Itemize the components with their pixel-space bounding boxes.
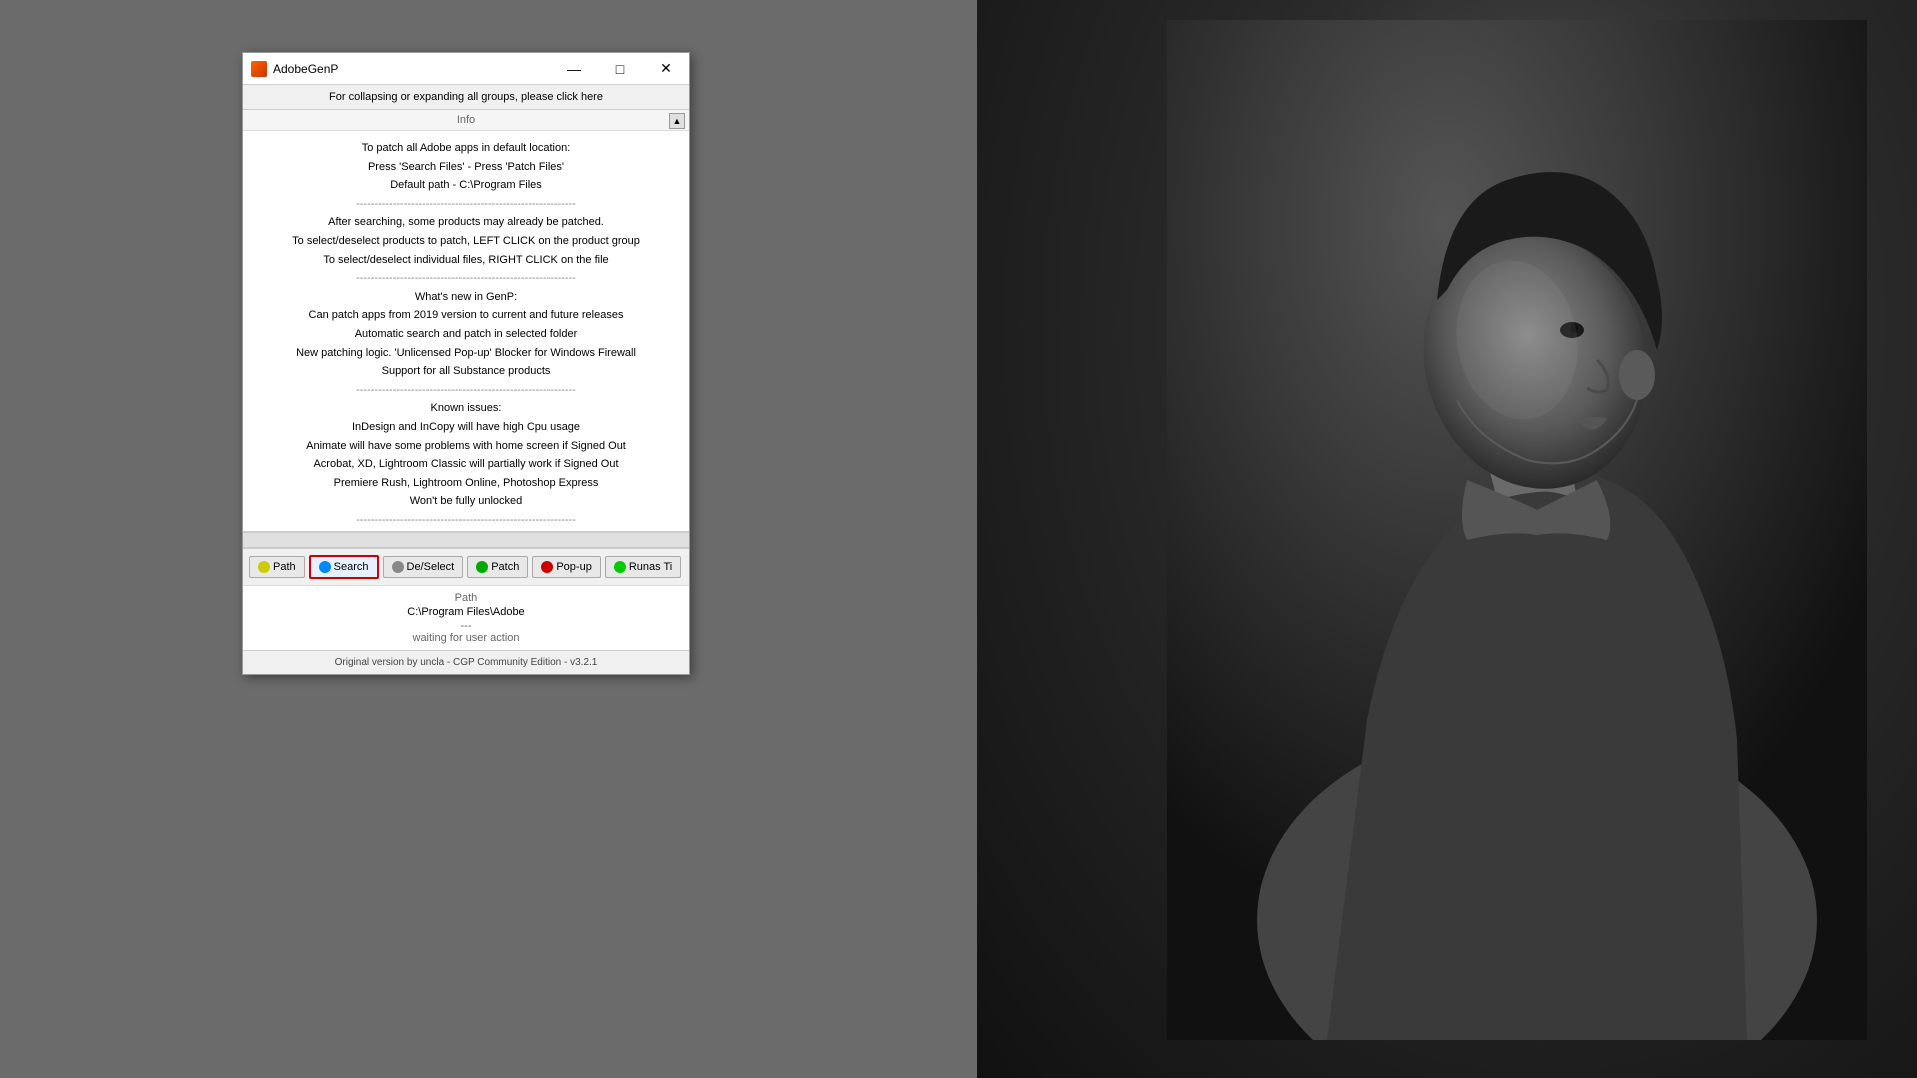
- popup-icon: [541, 561, 553, 573]
- footer: Original version by uncla - CGP Communit…: [243, 650, 689, 674]
- info-line: Press 'Search Files' - Press 'Patch File…: [263, 159, 669, 177]
- close-button[interactable]: ✕: [643, 53, 689, 85]
- info-header: Info ▲: [243, 110, 689, 131]
- info-line: To select/deselect individual files, RIG…: [263, 252, 669, 270]
- person-silhouette: [1167, 20, 1867, 1040]
- app-title: AdobeGenP: [273, 62, 551, 76]
- action-buttons-row: Path Search De/Select Patch Pop-up Runas…: [243, 548, 689, 585]
- info-line: Acrobat, XD, Lightroom Classic will part…: [263, 456, 669, 474]
- search-button[interactable]: Search: [309, 555, 379, 579]
- info-line: After searching, some products may alrea…: [263, 214, 669, 232]
- info-line: To select/deselect products to patch, LE…: [263, 233, 669, 251]
- path-value: C:\Program Files\Adobe: [253, 606, 679, 618]
- patch-button[interactable]: Patch: [467, 556, 528, 578]
- info-line: Some Apps demand Creative Cloud App and …: [263, 530, 669, 531]
- deselect-button-label: De/Select: [407, 561, 455, 573]
- info-line: Premiere Rush, Lightroom Online, Photosh…: [263, 475, 669, 493]
- deselect-icon: [392, 561, 404, 573]
- patch-icon: [476, 561, 488, 573]
- status-divider: ---: [253, 620, 679, 632]
- info-label: Info: [251, 114, 681, 126]
- info-line: What's new in GenP:: [263, 289, 669, 307]
- info-line: ----------------------------------------…: [263, 196, 669, 214]
- progress-bar-container: [243, 532, 689, 548]
- status-section: Path C:\Program Files\Adobe --- waiting …: [243, 585, 689, 650]
- background-photo: [977, 0, 1917, 1078]
- runas-icon: [614, 561, 626, 573]
- path-button-label: Path: [273, 561, 296, 573]
- info-line: Animate will have some problems with hom…: [263, 438, 669, 456]
- scroll-up-button[interactable]: ▲: [669, 113, 685, 129]
- footer-text: Original version by uncla - CGP Communit…: [335, 657, 598, 668]
- popup-button[interactable]: Pop-up: [532, 556, 600, 578]
- app-window: AdobeGenP — □ ✕ For collapsing or expand…: [242, 52, 690, 675]
- info-line: ----------------------------------------…: [263, 270, 669, 288]
- info-line: ----------------------------------------…: [263, 382, 669, 400]
- path-button[interactable]: Path: [249, 556, 305, 578]
- maximize-button[interactable]: □: [597, 53, 643, 85]
- info-line: Can patch apps from 2019 version to curr…: [263, 307, 669, 325]
- runas-button[interactable]: Runas Ti: [605, 556, 681, 578]
- info-line: To patch all Adobe apps in default locat…: [263, 140, 669, 158]
- minimize-button[interactable]: —: [551, 53, 597, 85]
- info-content[interactable]: To patch all Adobe apps in default locat…: [243, 131, 689, 531]
- info-line: Won't be fully unlocked: [263, 493, 669, 511]
- search-icon: [319, 561, 331, 573]
- path-heading: Path: [253, 592, 679, 604]
- info-line: ----------------------------------------…: [263, 512, 669, 530]
- search-button-label: Search: [334, 561, 369, 573]
- title-bar: AdobeGenP — □ ✕: [243, 53, 689, 85]
- deselect-button[interactable]: De/Select: [383, 556, 464, 578]
- info-line: Known issues:: [263, 400, 669, 418]
- info-line: New patching logic. 'Unlicensed Pop-up' …: [263, 345, 669, 363]
- info-section: Info ▲ To patch all Adobe apps in defaul…: [243, 110, 689, 532]
- app-icon: [251, 61, 267, 77]
- runas-button-label: Runas Ti: [629, 561, 672, 573]
- info-line: InDesign and InCopy will have high Cpu u…: [263, 419, 669, 437]
- status-text: waiting for user action: [253, 632, 679, 644]
- info-line: Automatic search and patch in selected f…: [263, 326, 669, 344]
- collapse-text: For collapsing or expanding all groups, …: [329, 91, 603, 103]
- path-icon: [258, 561, 270, 573]
- popup-button-label: Pop-up: [556, 561, 591, 573]
- collapse-bar[interactable]: For collapsing or expanding all groups, …: [243, 85, 689, 110]
- info-line: Support for all Substance products: [263, 363, 669, 381]
- patch-button-label: Patch: [491, 561, 519, 573]
- info-line: Default path - C:\Program Files: [263, 177, 669, 195]
- window-controls: — □ ✕: [551, 53, 689, 85]
